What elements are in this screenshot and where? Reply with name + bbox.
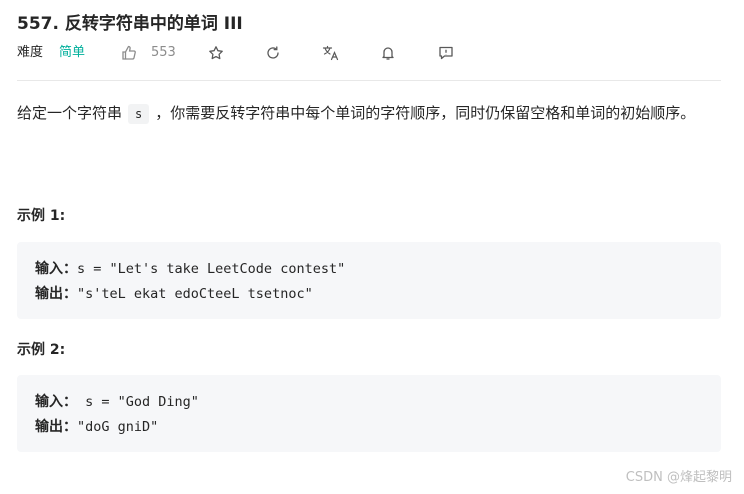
description-text-start: 给定一个字符串: [17, 104, 123, 122]
example-1-output: 输出："s'teL ekat edoCteeL tsetnoc": [35, 283, 313, 303]
csdn-watermark: CSDN @烽起黎明: [625, 470, 732, 485]
problem-title: 557. 反转字符串中的单词 III: [17, 14, 243, 34]
example-1-input: 输入：s = "Let's take LeetCode contest": [35, 258, 345, 278]
example-2-heading: 示例 2:: [17, 342, 66, 358]
star-icon[interactable]: [208, 45, 224, 61]
output-value: "s'teL ekat edoCteeL tsetnoc": [77, 286, 313, 302]
difficulty-label: 难度: [17, 45, 44, 60]
problem-meta-bar: 难度 简单 553: [17, 42, 737, 64]
thumbs-up-icon[interactable]: [121, 45, 137, 61]
input-value: s = "God Ding": [77, 394, 199, 410]
output-value: "doG gniD": [77, 419, 159, 435]
bell-icon[interactable]: [380, 45, 396, 61]
problem-description: 给定一个字符串 s ，你需要反转字符串中每个单词的字符顺序，同时仍保留空格和单词的初…: [17, 100, 729, 127]
output-label: 输出：: [35, 419, 77, 435]
description-text-end: ，你需要反转字符串中每个单词的字符顺序，同时仍保留空格和单词的初始顺序。: [155, 104, 696, 122]
input-label: 输入：: [35, 394, 77, 410]
like-count: 553: [151, 45, 176, 60]
share-icon[interactable]: [265, 45, 281, 61]
example-2-input: 输入： s = "God Ding": [35, 391, 199, 411]
input-label: 输入：: [35, 261, 77, 277]
translate-icon[interactable]: [322, 45, 340, 61]
feedback-icon[interactable]: [438, 45, 454, 61]
example-2-block: 输入： s = "God Ding" 输出："doG gniD": [17, 375, 721, 452]
header-divider: [17, 80, 721, 81]
difficulty-badge: 简单: [59, 45, 86, 60]
example-2-output: 输出："doG gniD": [35, 416, 158, 436]
inline-code-s: s: [128, 104, 150, 124]
output-label: 输出：: [35, 286, 77, 302]
input-value: s = "Let's take LeetCode contest": [77, 261, 346, 277]
example-1-heading: 示例 1:: [17, 208, 66, 224]
example-1-block: 输入：s = "Let's take LeetCode contest" 输出：…: [17, 242, 721, 319]
